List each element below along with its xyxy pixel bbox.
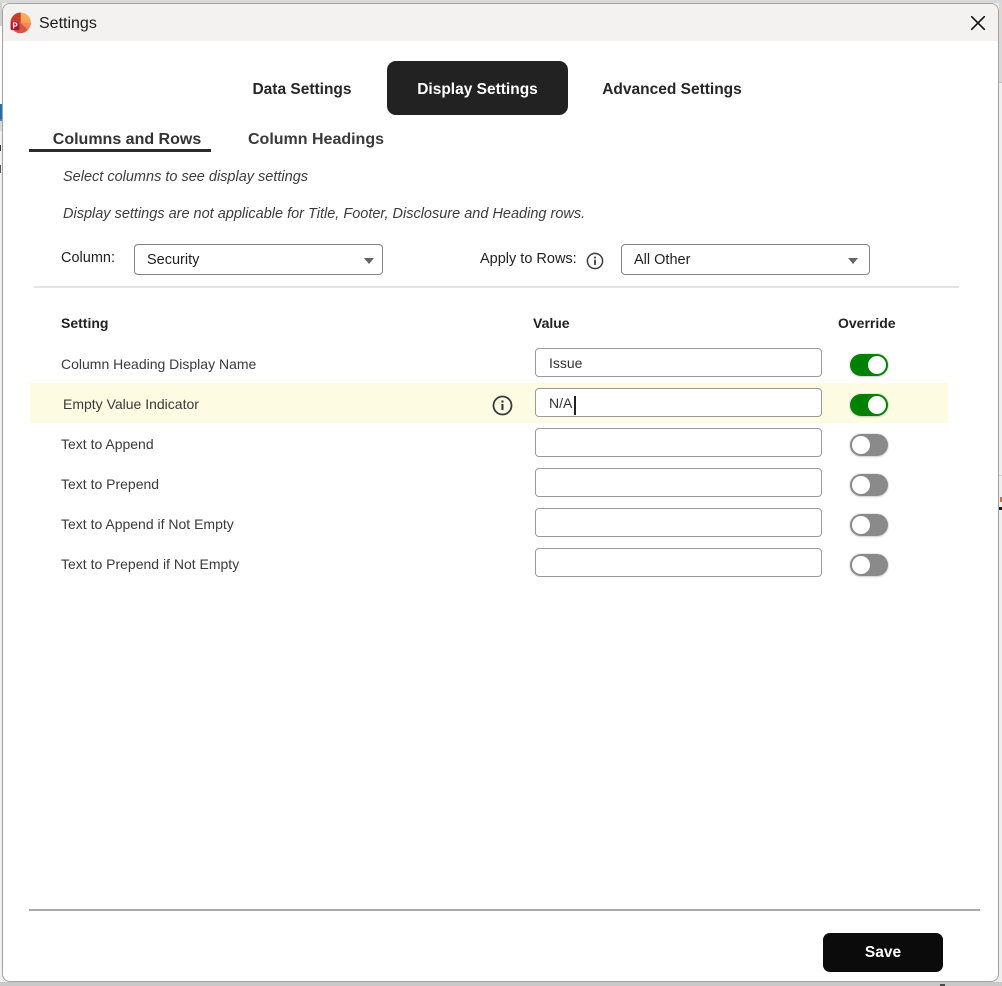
svg-text:P: P	[12, 22, 17, 31]
